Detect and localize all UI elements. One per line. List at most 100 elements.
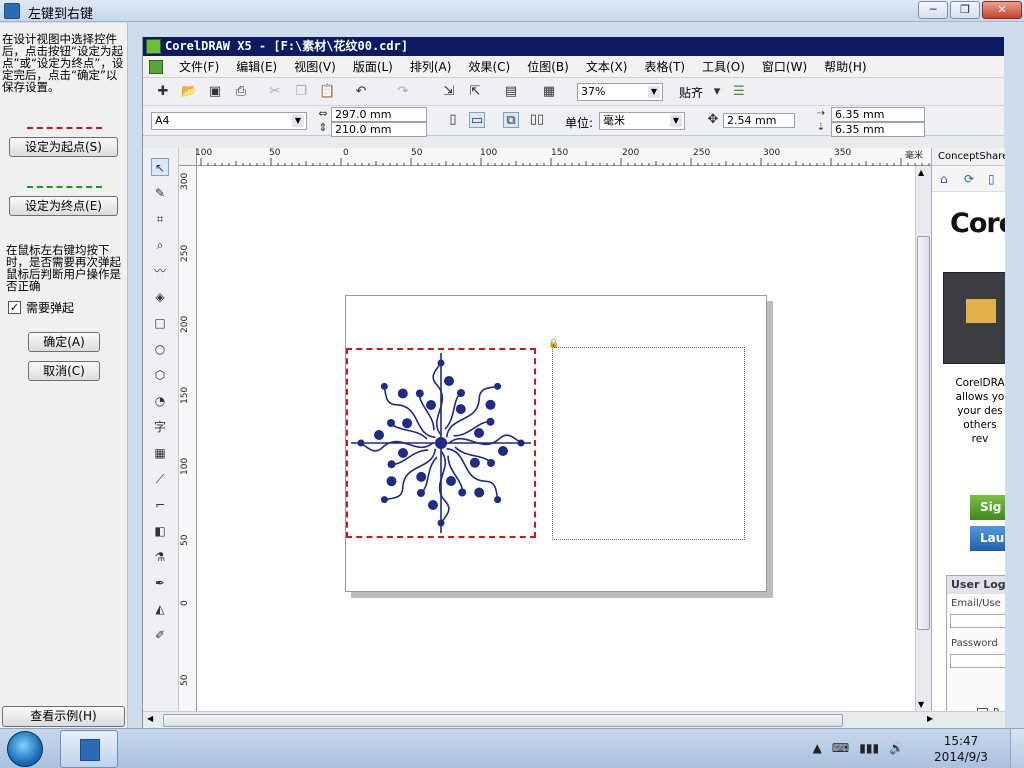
document-icon[interactable] (149, 59, 163, 74)
show-desktop-button[interactable] (1010, 729, 1024, 768)
menu-window[interactable]: 窗口(W) (762, 58, 807, 75)
vertical-scrollbar[interactable]: ▲ ▼ (915, 166, 931, 711)
scroll-left-icon[interactable]: ◀ (147, 714, 153, 723)
paper-size-select[interactable]: A4 ▼ (151, 112, 307, 130)
polygon-tool-icon[interactable]: ⬡ (151, 366, 169, 384)
start-button[interactable] (7, 731, 43, 767)
undo-icon[interactable]: ↶ (353, 84, 369, 100)
options-icon[interactable]: ☰ (731, 84, 747, 100)
chevron-down-icon[interactable]: ▼ (292, 115, 304, 127)
ellipse-tool-icon[interactable]: ○ (151, 340, 169, 358)
horizontal-scrollbar[interactable]: ◀ ▶ (143, 711, 1005, 729)
scroll-up-icon[interactable]: ▲ (918, 168, 924, 177)
crop-tool-icon[interactable]: ⌗ (151, 210, 169, 228)
new-icon[interactable]: ✚ (155, 84, 171, 100)
horizontal-ruler[interactable]: 100 50 0 50 100 150 200 250 300 350 毫米 (195, 148, 989, 166)
cancel-button[interactable]: 取消(C) (28, 361, 100, 381)
chevron-down-icon[interactable]: ▼ (670, 115, 682, 127)
freehand-tool-icon[interactable]: 〰 (151, 262, 169, 280)
view-example-button[interactable]: 查看示例(H) (2, 706, 125, 727)
paste-icon[interactable]: 📋 (319, 84, 335, 100)
pick-tool-icon[interactable]: ↖ (151, 158, 169, 176)
outline-tool-icon[interactable]: ✒ (151, 574, 169, 592)
set-end-button[interactable]: 设定为终点(E) (9, 196, 118, 216)
shape-tool-icon[interactable]: ✎ (151, 184, 169, 202)
drawing-canvas[interactable]: 🔒 (197, 166, 915, 711)
copy-icon[interactable]: ❐ (293, 84, 309, 100)
chevron-down-icon[interactable]: ▾ (709, 84, 725, 100)
docker-title[interactable]: ConceptShare (932, 148, 1005, 166)
welcome-screen-icon[interactable]: ▦ (541, 84, 557, 100)
redo-icon[interactable]: ↷ (395, 84, 411, 100)
open-icon[interactable]: 📂 (181, 84, 197, 100)
password-field[interactable] (950, 654, 1005, 668)
menu-file[interactable]: 文件(F) (179, 58, 219, 75)
zoom-tool-icon[interactable]: ⌕ (151, 236, 169, 254)
fill-tool-icon[interactable]: ◭ (151, 600, 169, 618)
landscape-icon[interactable]: ▭ (469, 112, 485, 128)
current-page-icon[interactable]: ▯▯ (529, 112, 545, 128)
maximize-button[interactable]: ❐ (950, 1, 980, 19)
taskbar-app-button[interactable] (60, 730, 118, 768)
connector-tool-icon[interactable]: ⌐ (151, 496, 169, 514)
close-button[interactable]: ✕ (982, 1, 1022, 19)
cut-icon[interactable]: ✂ (267, 84, 283, 100)
menu-table[interactable]: 表格(T) (644, 58, 685, 75)
eyedropper-tool-icon[interactable]: ⚗ (151, 548, 169, 566)
print-icon[interactable]: ⎙ (233, 84, 249, 100)
network-icon[interactable]: ▮▮▮ (859, 741, 879, 755)
menu-effects[interactable]: 效果(C) (468, 58, 510, 75)
need-release-checkbox[interactable]: ✓ (8, 301, 21, 314)
duplicate-x-field[interactable]: 6.35 mm (831, 107, 925, 122)
clock[interactable]: 15:47 2014/9/3 (926, 733, 996, 765)
all-pages-icon[interactable]: ⧉ (503, 112, 519, 128)
refresh-icon[interactable]: ⟳ (964, 172, 978, 186)
document-page[interactable]: 🔒 (345, 295, 767, 592)
import-icon[interactable]: ⇲ (441, 84, 457, 100)
need-release-option[interactable]: ✓ 需要弹起 (8, 299, 74, 316)
end-selection-box[interactable] (552, 347, 745, 540)
page-width-field[interactable]: 297.0 mm (331, 107, 427, 122)
dimension-tool-icon[interactable]: ⟋ (151, 470, 169, 488)
volume-icon[interactable]: 🔊 (889, 741, 904, 755)
interactive-fill-icon[interactable]: ✐ (151, 626, 169, 644)
tray-expand-icon[interactable]: ▲ (813, 741, 822, 755)
basic-shapes-icon[interactable]: ◔ (151, 392, 169, 410)
vertical-scroll-thumb[interactable] (917, 236, 930, 630)
scroll-down-icon[interactable]: ▼ (918, 700, 924, 709)
set-start-button[interactable]: 设定为起点(S) (9, 137, 118, 157)
home-icon[interactable]: ⌂ (940, 172, 954, 186)
start-selection-box[interactable] (346, 348, 536, 538)
sign-up-button[interactable]: Sig (970, 495, 1005, 520)
portrait-icon[interactable]: ▯ (445, 112, 461, 128)
menu-arrange[interactable]: 排列(A) (410, 58, 452, 75)
vertical-ruler[interactable]: 300 250 200 150 100 50 0 50 (179, 166, 197, 711)
export-icon[interactable]: ⇱ (467, 84, 483, 100)
scroll-right-icon[interactable]: ▶ (927, 714, 933, 723)
table-tool-icon[interactable]: ▦ (151, 444, 169, 462)
nudge-distance-field[interactable]: 2.54 mm (723, 113, 795, 128)
duplicate-y-field[interactable]: 6.35 mm (831, 122, 925, 137)
menu-edit[interactable]: 编辑(E) (236, 58, 277, 75)
units-select[interactable]: 毫米 ▼ (599, 112, 685, 130)
menu-view[interactable]: 视图(V) (294, 58, 336, 75)
application-launcher-icon[interactable]: ▤ (503, 84, 519, 100)
zoom-select[interactable]: 37% ▼ (577, 83, 663, 101)
launch-button[interactable]: Lau (970, 526, 1005, 551)
input-method-icon[interactable]: ⌨ (832, 741, 849, 755)
smart-fill-icon[interactable]: ◈ (151, 288, 169, 306)
save-icon[interactable]: ▣ (207, 84, 223, 100)
menu-tools[interactable]: 工具(O) (702, 58, 745, 75)
floral-ornament[interactable] (348, 350, 534, 536)
menu-bitmaps[interactable]: 位图(B) (527, 58, 569, 75)
snap-to-label[interactable]: 贴齐 (679, 84, 703, 101)
blend-tool-icon[interactable]: ◧ (151, 522, 169, 540)
horizontal-scroll-thumb[interactable] (163, 714, 843, 727)
menu-help[interactable]: 帮助(H) (824, 58, 866, 75)
page-height-field[interactable]: 210.0 mm (331, 122, 427, 137)
text-tool-icon[interactable]: 字 (151, 418, 169, 436)
rectangle-tool-icon[interactable]: □ (151, 314, 169, 332)
minimize-button[interactable]: ─ (918, 1, 948, 19)
email-field[interactable] (950, 614, 1005, 628)
menu-layout[interactable]: 版面(L) (353, 58, 393, 75)
